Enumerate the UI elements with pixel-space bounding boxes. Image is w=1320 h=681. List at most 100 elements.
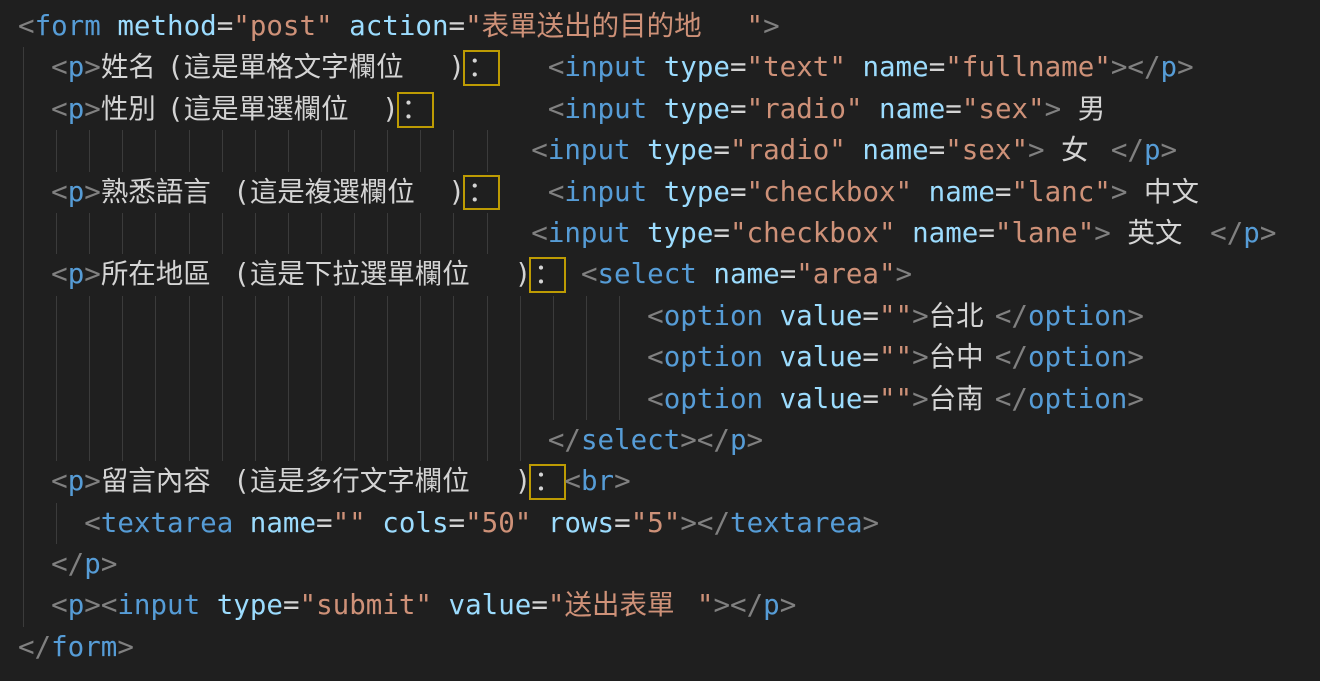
indent-guide <box>619 379 620 420</box>
code-editor[interactable]: <form method="post" action="表單送出的目的地"> <… <box>0 0 1320 681</box>
code-line[interactable]: <p><input type="submit" value="送出表單"></p… <box>18 585 1320 626</box>
code-line[interactable]: </form> <box>18 627 1320 668</box>
code-line[interactable]: <p>姓名(這是單格文字欄位)： <input type="text" name… <box>18 47 1320 88</box>
code-token: ) <box>515 465 532 497</box>
code-line[interactable]: <input type="checkbox" name="lane"> 英文 <… <box>18 213 1320 254</box>
code-token: input <box>564 93 647 125</box>
indent-guide <box>520 420 521 461</box>
code-token: 送出表單 <box>564 585 696 626</box>
code-token: ( <box>233 176 250 208</box>
code-line[interactable]: <option value="">台中</option> <box>18 337 1320 378</box>
code-line[interactable]: </p> <box>18 544 1320 585</box>
code-token: name <box>846 51 929 83</box>
indent-guide <box>487 420 488 461</box>
code-token: = <box>945 93 962 125</box>
code-line[interactable]: <p>所在地區(這是下拉選單欄位)： <select name="area"> <box>18 254 1320 295</box>
indent-guide <box>520 379 521 420</box>
indent-guide <box>487 296 488 337</box>
code-token: type <box>647 176 730 208</box>
code-token: value <box>763 300 862 332</box>
code-token: </ <box>995 300 1028 332</box>
code-token: </ <box>1111 134 1144 166</box>
code-token: > <box>84 51 101 83</box>
code-token: = <box>449 507 466 539</box>
code-token: < <box>18 10 35 42</box>
code-token: < <box>531 217 548 249</box>
code-token: = <box>283 589 300 621</box>
code-token: > <box>912 383 929 415</box>
indent-guide <box>354 337 355 378</box>
code-token: < <box>531 134 548 166</box>
indent-guide <box>23 503 24 544</box>
code-token: </ <box>995 383 1028 415</box>
code-token: > <box>1094 217 1111 249</box>
code-line[interactable]: <option value="">台南</option> <box>18 379 1320 420</box>
code-token: name <box>846 134 929 166</box>
code-token: = <box>862 300 879 332</box>
code-token: "" <box>879 300 912 332</box>
code-token: input <box>117 589 200 621</box>
code-token: > <box>1127 341 1144 373</box>
code-token: "sex" <box>945 134 1028 166</box>
code-token: > <box>1177 51 1194 83</box>
code-token: < <box>647 300 664 332</box>
indent-guide <box>288 379 289 420</box>
indent-guide <box>255 379 256 420</box>
code-token: 姓名 <box>101 47 167 88</box>
code-line[interactable]: <p>留言內容(這是多行文字欄位)：<br> <box>18 461 1320 502</box>
code-token: = <box>531 589 548 621</box>
indent-guide <box>89 420 90 461</box>
indent-guide <box>89 130 90 171</box>
indent-guide <box>23 337 24 378</box>
code-line[interactable]: <form method="post" action="表單送出的目的地"> <box>18 6 1320 47</box>
code-token: br <box>581 465 614 497</box>
indent-guide <box>23 130 24 171</box>
code-token: p <box>68 589 85 621</box>
code-token: < <box>581 258 598 290</box>
code-token: select <box>598 258 697 290</box>
code-token: option <box>1028 341 1127 373</box>
code-line[interactable]: <input type="radio" name="sex"> 女 </p> <box>18 130 1320 171</box>
code-line[interactable]: <option value="">台北</option> <box>18 296 1320 337</box>
indent-guide <box>420 213 421 254</box>
indent-guide <box>189 130 190 171</box>
code-token: = <box>217 10 234 42</box>
code-line[interactable]: <textarea name="" cols="50" rows="5"></t… <box>18 503 1320 544</box>
code-token: </ <box>697 424 730 456</box>
code-token: "checkbox" <box>747 176 913 208</box>
indent-guide <box>23 461 24 502</box>
code-token <box>1061 93 1078 125</box>
code-token: " <box>548 589 565 621</box>
code-token: > <box>863 507 880 539</box>
indent-guide <box>23 420 24 461</box>
indent-guide <box>155 213 156 254</box>
code-token: textarea <box>101 507 233 539</box>
code-token: ( <box>167 51 184 83</box>
indent-guide <box>420 130 421 171</box>
code-token: > <box>896 258 913 290</box>
code-token: 這是下拉選單欄位 <box>250 254 515 295</box>
code-token: name <box>912 176 995 208</box>
code-token: action <box>333 10 449 42</box>
code-token: > <box>1260 217 1277 249</box>
code-token: "post" <box>233 10 332 42</box>
code-token: < <box>548 51 565 83</box>
code-token <box>564 258 581 290</box>
code-token: "" <box>879 383 912 415</box>
code-token: method <box>101 10 217 42</box>
indent-guide <box>122 213 123 254</box>
code-token: < <box>647 341 664 373</box>
code-line[interactable]: <p>性別(這是單選欄位)： <input type="radio" name=… <box>18 89 1320 130</box>
code-line[interactable]: </select></p> <box>18 420 1320 461</box>
indent-guide <box>453 296 454 337</box>
code-token: 所在地區 <box>101 254 233 295</box>
code-token: "" <box>879 341 912 373</box>
code-token: ) <box>448 176 465 208</box>
indent-guide <box>288 296 289 337</box>
code-line[interactable]: <p>熟悉語言(這是複選欄位)： <input type="checkbox" … <box>18 172 1320 213</box>
indent-guide <box>321 130 322 171</box>
code-token: p <box>68 258 85 290</box>
code-token: = <box>730 51 747 83</box>
unicode-highlight-colon: ： <box>399 94 432 126</box>
indent-guide <box>122 337 123 378</box>
